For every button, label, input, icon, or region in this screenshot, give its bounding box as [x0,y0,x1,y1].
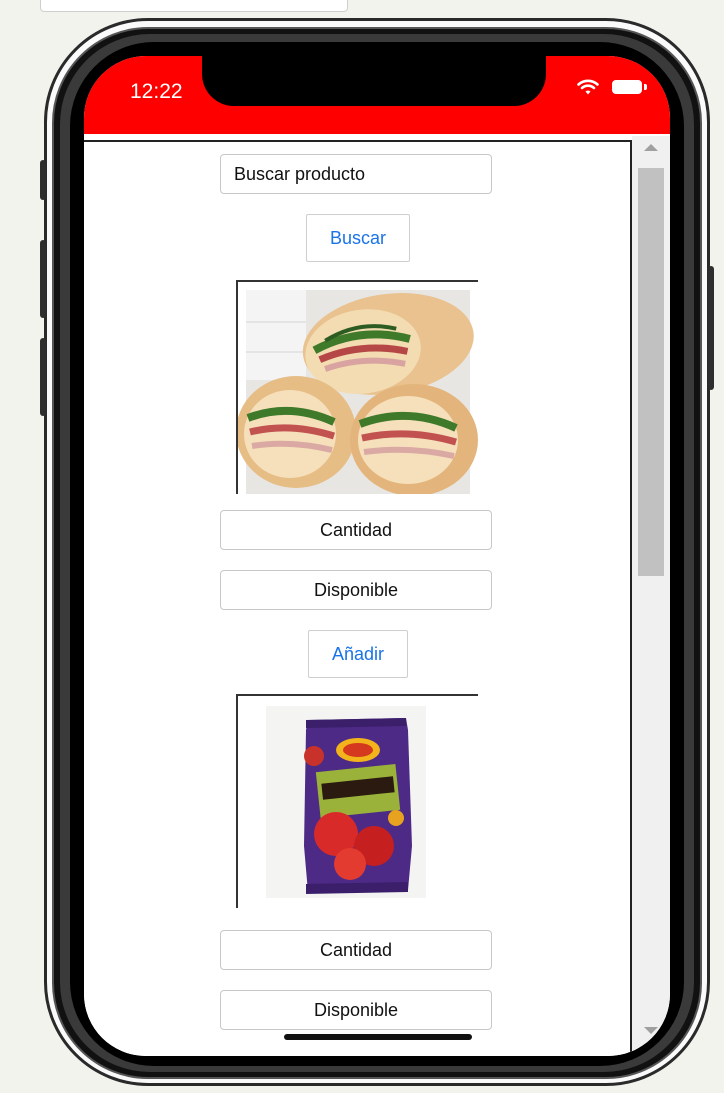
search-input[interactable]: Buscar producto [220,154,492,194]
product-image-chips [236,694,478,908]
home-indicator[interactable] [284,1034,472,1040]
app-content[interactable]: Buscar producto Buscar Cantidad Disponib… [84,140,632,1056]
status-time: 12:22 [130,80,183,103]
notch [202,56,546,106]
add-button[interactable]: Añadir [308,630,408,678]
scroll-up-arrow-icon[interactable] [644,144,658,151]
power-button [708,266,714,390]
scroll-thumb[interactable] [638,168,664,576]
volume-down-button [40,338,46,416]
chips-bag-image [238,696,478,908]
quantity-field[interactable]: Cantidad [220,510,492,550]
available-field[interactable]: Disponible [220,990,492,1030]
product-image-sandwich [236,280,478,494]
sandwich-image [238,290,478,494]
scrollbar[interactable] [632,136,670,1056]
mute-switch [40,160,46,200]
wifi-icon [577,79,599,95]
quantity-field[interactable]: Cantidad [220,930,492,970]
available-field[interactable]: Disponible [220,570,492,610]
volume-up-button [40,240,46,318]
scroll-down-arrow-icon[interactable] [644,1027,658,1034]
browser-field [40,0,348,12]
phone-screen: 12:22 Buscar producto Buscar Cantidad Di… [84,56,670,1056]
search-button[interactable]: Buscar [306,214,410,262]
battery-icon [612,80,642,94]
battery-tip [644,84,647,90]
